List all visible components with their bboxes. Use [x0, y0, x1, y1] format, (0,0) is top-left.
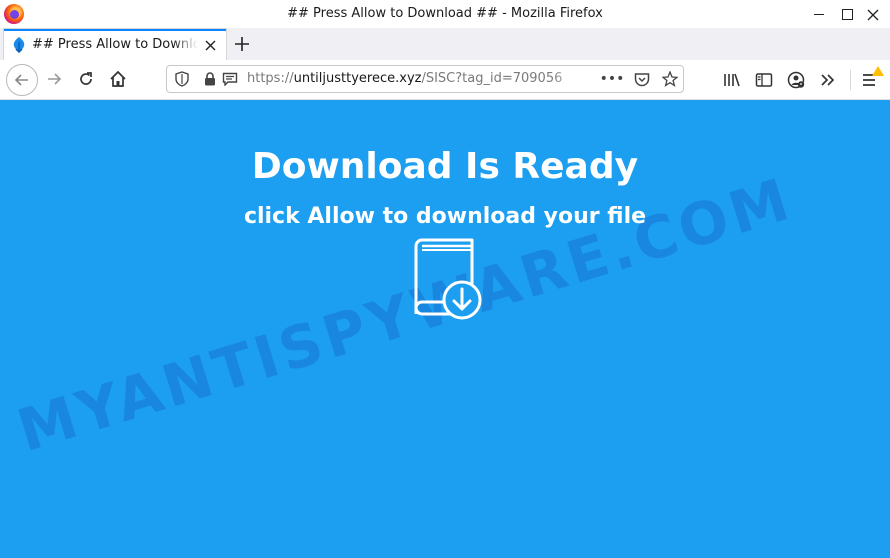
url-prefix: https://	[247, 71, 294, 86]
overflow-menu-button[interactable]	[818, 70, 838, 90]
tab-label: ## Press Allow to Download ##	[32, 37, 198, 52]
shield-icon	[175, 71, 189, 87]
new-tab-button[interactable]	[230, 32, 254, 56]
url-text[interactable]: https://untiljusttyerece.xyz/SISC?tag_id…	[247, 71, 591, 86]
tracking-protection-button[interactable]	[173, 70, 191, 88]
arrow-left-icon	[14, 74, 28, 86]
speech-bubble-icon	[222, 72, 238, 86]
sidebar-icon	[755, 73, 773, 87]
sidebar-toggle-button[interactable]	[754, 70, 774, 90]
navigation-toolbar: https://untiljusttyerece.xyz/SISC?tag_id…	[0, 60, 890, 100]
pocket-icon	[634, 72, 650, 86]
double-chevron-right-icon	[821, 74, 835, 86]
close-icon	[867, 9, 879, 20]
pocket-button[interactable]	[633, 70, 651, 88]
lock-icon	[205, 72, 215, 86]
close-window-button[interactable]	[856, 0, 890, 29]
url-path: /SISC?tag_id=709056	[421, 71, 563, 86]
page-headline: Download Is Ready	[251, 146, 639, 187]
arrow-right-icon	[48, 73, 62, 85]
window-title: ## Press Allow to Download ## - Mozilla …	[287, 6, 603, 21]
forward-button[interactable]	[40, 65, 68, 93]
close-icon	[205, 40, 215, 50]
title-bar: ## Press Allow to Download ## - Mozilla …	[0, 0, 890, 29]
toolbar-divider	[850, 70, 851, 90]
home-icon	[110, 70, 126, 87]
url-bar[interactable]: https://untiljusttyerece.xyz/SISC?tag_id…	[166, 65, 684, 93]
tab-strip: ## Press Allow to Download ##	[0, 29, 890, 60]
star-icon	[662, 71, 678, 87]
page-subline: click Allow to download your file	[243, 204, 647, 229]
reload-icon	[80, 72, 92, 85]
back-button[interactable]	[6, 64, 38, 96]
tab-close-button[interactable]	[200, 35, 220, 55]
tab-active[interactable]: ## Press Allow to Download ##	[4, 29, 226, 60]
maximize-icon	[841, 9, 853, 20]
notification-permission-button[interactable]	[221, 70, 239, 88]
library-button[interactable]	[722, 70, 742, 90]
reload-button[interactable]	[72, 65, 100, 93]
account-alert-icon	[787, 71, 805, 89]
plus-icon	[235, 37, 249, 51]
account-button[interactable]	[786, 70, 806, 90]
update-warning-icon	[872, 66, 884, 76]
book-download-icon	[414, 238, 482, 320]
home-button[interactable]	[104, 65, 132, 93]
url-host: untiljusttyerece.xyz	[293, 71, 422, 86]
library-icon	[724, 73, 740, 87]
site-security-button[interactable]	[201, 70, 219, 88]
page-actions-button[interactable]: •••	[600, 70, 625, 88]
bookmark-star-button[interactable]	[661, 70, 679, 88]
minimize-icon	[814, 14, 824, 15]
flame-favicon-icon	[13, 37, 25, 54]
page-content: MYANTISPYWARE.COM Download Is Ready clic…	[0, 100, 890, 558]
